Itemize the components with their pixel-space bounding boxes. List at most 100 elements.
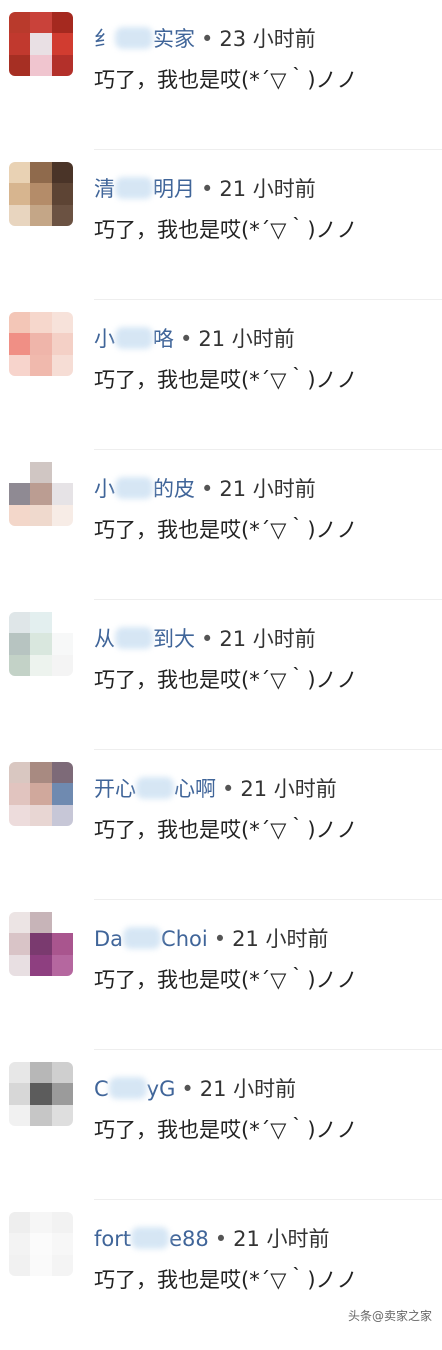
separator-dot: • (201, 477, 214, 501)
watermark-brand: 头条 (347, 1309, 372, 1323)
avatar[interactable] (9, 1212, 73, 1276)
username[interactable]: Da Choi (94, 927, 208, 951)
username[interactable]: 小咯 (94, 327, 174, 351)
timestamp: 21 小时前 (240, 777, 337, 801)
username[interactable]: 开心 心啊 (94, 777, 216, 801)
separator-dot: • (201, 27, 214, 51)
comment-item: 纟实家 • 23 小时前 巧了，我也是哎(*´▽｀)ノノ (0, 0, 442, 150)
avatar-mosaic-cell (30, 12, 52, 34)
avatar-mosaic-cell (9, 1083, 31, 1105)
avatar[interactable] (9, 312, 73, 376)
comment-text: 巧了，我也是哎(*´▽｀)ノノ (94, 68, 358, 92)
avatar-mosaic-cell (9, 954, 31, 976)
avatar-mosaic-cell (9, 162, 31, 184)
avatar-mosaic-cell (9, 483, 31, 505)
username[interactable]: fort e88 (94, 1227, 209, 1251)
avatar-mosaic-cell (30, 333, 52, 355)
avatar-mosaic-cell (9, 204, 31, 226)
avatar-mosaic-cell (9, 633, 31, 655)
avatar-mosaic-cell (51, 1104, 73, 1126)
avatar-mosaic-cell (51, 912, 73, 934)
avatar-mosaic-cell (30, 33, 52, 55)
comment-header: 开心 心啊 • 21 小时前 (94, 774, 337, 804)
avatar-mosaic-cell (9, 462, 31, 484)
avatar-mosaic-cell (9, 1212, 31, 1234)
avatar-mosaic-cell (9, 54, 31, 76)
avatar-mosaic-cell (30, 1254, 52, 1276)
avatar-mosaic-cell (9, 1062, 31, 1084)
avatar-mosaic-cell (9, 1254, 31, 1276)
comment-text: 巧了，我也是哎(*´▽｀)ノノ (94, 818, 358, 842)
avatar-mosaic-cell (51, 354, 73, 376)
timestamp: 21 小时前 (198, 327, 295, 351)
timestamp: 21 小时前 (219, 477, 316, 501)
avatar-mosaic-cell (51, 804, 73, 826)
comment-header: 从到大 • 21 小时前 (94, 624, 316, 654)
avatar-mosaic-cell (51, 204, 73, 226)
comment-header: 小咯 • 21 小时前 (94, 324, 295, 354)
avatar-mosaic-cell (51, 483, 73, 505)
separator-dot: • (222, 777, 235, 801)
comment-header: 小的皮 • 21 小时前 (94, 474, 316, 504)
avatar[interactable] (9, 762, 73, 826)
avatar[interactable] (9, 162, 73, 226)
timestamp: 21 小时前 (219, 177, 316, 201)
comment-text: 巧了，我也是哎(*´▽｀)ノノ (94, 668, 358, 692)
avatar-mosaic-cell (30, 1104, 52, 1126)
avatar[interactable] (9, 12, 73, 76)
separator-dot: • (213, 927, 227, 951)
avatar-mosaic-cell (9, 504, 31, 526)
comment-text: 巧了，我也是哎(*´▽｀)ノノ (94, 218, 358, 242)
avatar-mosaic-cell (30, 483, 52, 505)
avatar-mosaic-cell (9, 12, 31, 34)
separator-dot: • (214, 1227, 228, 1251)
avatar[interactable] (9, 912, 73, 976)
avatar-mosaic-cell (30, 162, 52, 184)
username[interactable]: 从到大 (94, 627, 195, 651)
at-icon: @ (371, 1309, 384, 1323)
comment-item: 小的皮 • 21 小时前 巧了，我也是哎(*´▽｀)ノノ (0, 450, 442, 600)
comment-text: 巧了，我也是哎(*´▽｀)ノノ (94, 518, 358, 542)
comment-header: 纟实家 • 23 小时前 (94, 24, 316, 54)
avatar-mosaic-cell (30, 912, 52, 934)
timestamp: 21 小时前 (199, 1077, 297, 1101)
avatar-mosaic-cell (9, 654, 31, 676)
avatar[interactable] (9, 612, 73, 676)
avatar[interactable] (9, 462, 73, 526)
avatar-mosaic-cell (51, 1254, 73, 1276)
avatar-mosaic-cell (30, 462, 52, 484)
avatar-mosaic-cell (30, 504, 52, 526)
avatar-mosaic-cell (51, 462, 73, 484)
avatar-mosaic-cell (9, 183, 31, 205)
username[interactable]: 小的皮 (94, 477, 195, 501)
avatar-mosaic-cell (51, 12, 73, 34)
avatar-mosaic-cell (30, 1233, 52, 1255)
username[interactable]: 纟实家 (94, 27, 195, 51)
avatar-mosaic-cell (30, 312, 52, 334)
timestamp: 21 小时前 (233, 1227, 330, 1251)
avatar-mosaic-cell (9, 1233, 31, 1255)
avatar-mosaic-cell (51, 312, 73, 334)
avatar-mosaic-cell (9, 333, 31, 355)
watermark-author: 卖家之家 (383, 1309, 432, 1323)
comment-text: 巧了，我也是哎(*´▽｀)ノノ (94, 1268, 358, 1292)
comment-item: Da Choi • 21 小时前 巧了，我也是哎(*´▽｀)ノノ (0, 900, 442, 1050)
avatar-mosaic-cell (9, 912, 31, 934)
avatar-mosaic-cell (9, 804, 31, 826)
comment-item: 从到大 • 21 小时前 巧了，我也是哎(*´▽｀)ノノ (0, 600, 442, 750)
avatar-mosaic-cell (30, 783, 52, 805)
username[interactable]: CyG (94, 1077, 175, 1101)
avatar-mosaic-cell (30, 1212, 52, 1234)
avatar-mosaic-cell (51, 933, 73, 955)
avatar-mosaic-cell (30, 654, 52, 676)
username[interactable]: 清明月 (94, 177, 195, 201)
avatar-mosaic-cell (9, 33, 31, 55)
avatar-mosaic-cell (30, 54, 52, 76)
avatar-mosaic-cell (51, 954, 73, 976)
avatar-mosaic-cell (30, 633, 52, 655)
avatar-mosaic-cell (9, 933, 31, 955)
avatar-mosaic-cell (9, 312, 31, 334)
timestamp: 21 小时前 (232, 927, 329, 951)
avatar[interactable] (9, 1062, 73, 1126)
avatar-mosaic-cell (51, 633, 73, 655)
